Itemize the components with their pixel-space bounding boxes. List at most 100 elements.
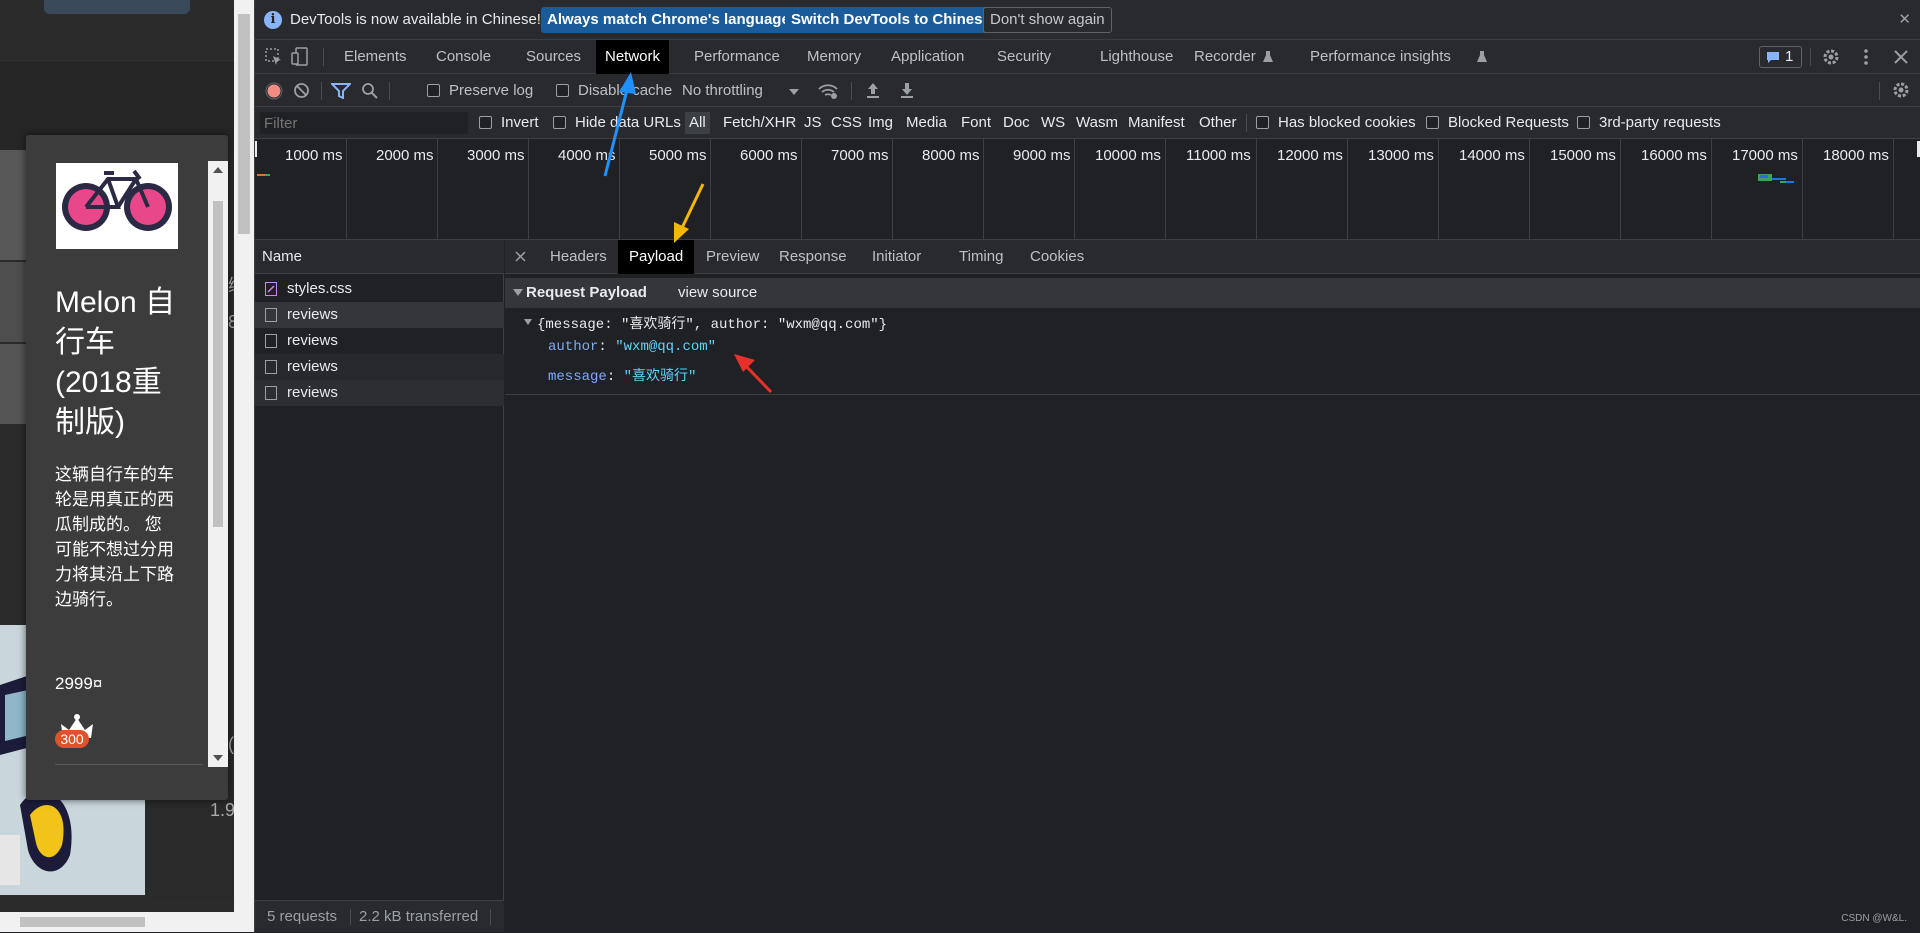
page-horizontal-scrollbar[interactable]: [0, 912, 234, 932]
filter-input[interactable]: [260, 112, 468, 134]
page-vertical-scrollbar[interactable]: [234, 0, 254, 932]
network-conditions-icon[interactable]: [817, 82, 839, 100]
tab-recorder[interactable]: Recorder: [1185, 40, 1265, 74]
filter-type-other[interactable]: Other: [1199, 114, 1237, 131]
filter-type-all[interactable]: All: [685, 112, 710, 134]
third-party-checkbox[interactable]: [1577, 116, 1590, 129]
timeline-gridline: [1165, 139, 1166, 239]
tab-payload[interactable]: Payload: [618, 240, 695, 274]
expand-triangle-icon[interactable]: [524, 319, 532, 325]
tab-headers[interactable]: Headers: [539, 240, 618, 274]
payload-field[interactable]: message: "喜欢骑行": [548, 365, 696, 385]
tab-performance[interactable]: Performance: [685, 40, 789, 74]
scroll-up-arrow-icon[interactable]: [213, 167, 223, 173]
tab-memory[interactable]: Memory: [798, 40, 870, 74]
throttling-select[interactable]: No throttling: [682, 82, 763, 99]
network-settings-gear-icon[interactable]: [1891, 80, 1911, 100]
tab-performance-insights[interactable]: Performance insights: [1301, 40, 1460, 74]
tab-lighthouse[interactable]: Lighthouse: [1091, 40, 1182, 74]
section-divider: [505, 394, 1920, 395]
export-har-icon[interactable]: [899, 81, 915, 99]
filter-type-js[interactable]: JS: [804, 114, 822, 131]
timeline-gridline: [1620, 139, 1621, 239]
timeline-gridline: [710, 139, 711, 239]
chevron-down-icon[interactable]: [789, 89, 799, 95]
tab-cookies[interactable]: Cookies: [1019, 240, 1095, 274]
product-card[interactable]: Melon 自行车 (2018重制版) 这辆自行车的车轮是用真正的西瓜制成的。 …: [26, 135, 228, 800]
timeline-tick-label: 16000 ms: [1641, 147, 1707, 164]
timeline-tick-label: 13000 ms: [1368, 147, 1434, 164]
message-icon: [1767, 52, 1779, 63]
request-count: 5 requests: [267, 908, 338, 925]
switch-to-chinese-button[interactable]: Switch DevTools to Chinese: [785, 7, 997, 33]
document-icon: [265, 334, 277, 348]
scrollbar-thumb[interactable]: [20, 917, 145, 927]
scroll-down-arrow-icon[interactable]: [213, 755, 223, 761]
request-payload-section[interactable]: Request Payload view source: [505, 278, 1920, 308]
payload-value: "wxm@qq.com": [615, 339, 717, 355]
timeline-tick-label: 3000 ms: [467, 147, 525, 164]
separator: [1246, 114, 1247, 132]
close-icon[interactable]: ✕: [1898, 10, 1911, 28]
product-title[interactable]: Melon 自行车 (2018重制版): [55, 283, 185, 443]
request-row[interactable]: reviews: [255, 302, 504, 328]
blocked-requests-checkbox[interactable]: [1426, 116, 1439, 129]
import-har-icon[interactable]: [865, 81, 881, 99]
match-language-button[interactable]: Always match Chrome's language: [541, 7, 796, 33]
issues-counter[interactable]: 1: [1759, 46, 1802, 68]
timeline-tick-label: 11000 ms: [1186, 147, 1251, 164]
timeline-tick-label: 2000 ms: [376, 147, 434, 164]
filter-type-img[interactable]: Img: [868, 114, 893, 131]
filter-type-doc[interactable]: Doc: [1003, 114, 1030, 131]
tab-sources[interactable]: Sources: [517, 40, 590, 74]
clear-icon[interactable]: [293, 82, 310, 99]
request-row[interactable]: reviews: [255, 328, 504, 354]
tab-initiator[interactable]: Initiator: [861, 240, 932, 274]
hide-data-urls-checkbox[interactable]: [553, 116, 566, 129]
payload-field[interactable]: author: "wxm@qq.com": [548, 339, 716, 355]
network-overview-timeline[interactable]: 1000 ms 2000 ms 3000 ms 4000 ms 5000 ms …: [255, 139, 1920, 240]
filter-type-font[interactable]: Font: [961, 114, 991, 131]
inspect-element-icon[interactable]: [265, 48, 283, 66]
disable-cache-checkbox[interactable]: [556, 84, 569, 97]
search-icon[interactable]: [361, 82, 378, 99]
request-row[interactable]: styles.css: [255, 276, 504, 302]
filter-type-manifest[interactable]: Manifest: [1128, 114, 1185, 131]
timeline-request-bar: [1786, 181, 1794, 183]
filter-type-wasm[interactable]: Wasm: [1076, 114, 1118, 131]
filter-type-ws[interactable]: WS: [1041, 114, 1065, 131]
view-source-link[interactable]: view source: [678, 284, 757, 301]
card-scrollbar[interactable]: [208, 161, 228, 767]
close-devtools-icon[interactable]: [1894, 50, 1908, 64]
tab-console[interactable]: Console: [427, 40, 500, 74]
dont-show-again-button[interactable]: Don't show again: [983, 7, 1112, 33]
timeline-tick-label: 5000 ms: [649, 147, 707, 164]
scrollbar-thumb[interactable]: [238, 14, 250, 234]
settings-gear-icon[interactable]: [1821, 47, 1841, 67]
request-row[interactable]: reviews: [255, 380, 504, 406]
tab-application[interactable]: Application: [882, 40, 973, 74]
preserve-log-checkbox[interactable]: [427, 84, 440, 97]
close-detail-icon[interactable]: [515, 251, 526, 262]
filter-type-fetch-xhr[interactable]: Fetch/XHR: [723, 114, 796, 131]
more-options-icon[interactable]: [1863, 48, 1869, 66]
tab-network[interactable]: Network: [596, 40, 670, 74]
device-toolbar-icon[interactable]: [291, 47, 309, 67]
tab-preview[interactable]: Preview: [695, 240, 770, 274]
tab-response[interactable]: Response: [768, 240, 858, 274]
expand-triangle-icon[interactable]: [513, 289, 523, 296]
filter-type-media[interactable]: Media: [906, 114, 947, 131]
separator: [851, 82, 852, 100]
filter-type-css[interactable]: CSS: [831, 114, 862, 131]
scrollbar-thumb[interactable]: [213, 201, 223, 527]
tab-timing[interactable]: Timing: [948, 240, 1014, 274]
record-icon[interactable]: [265, 82, 283, 100]
has-blocked-cookies-checkbox[interactable]: [1256, 116, 1269, 129]
name-column-header[interactable]: Name: [255, 240, 504, 274]
payload-summary[interactable]: {message: "喜欢骑行", author: "wxm@qq.com"}: [537, 313, 887, 333]
request-row[interactable]: reviews: [255, 354, 504, 380]
tab-security[interactable]: Security: [988, 40, 1060, 74]
invert-checkbox[interactable]: [479, 116, 492, 129]
tab-elements[interactable]: Elements: [335, 40, 416, 74]
filter-icon[interactable]: [331, 83, 351, 99]
